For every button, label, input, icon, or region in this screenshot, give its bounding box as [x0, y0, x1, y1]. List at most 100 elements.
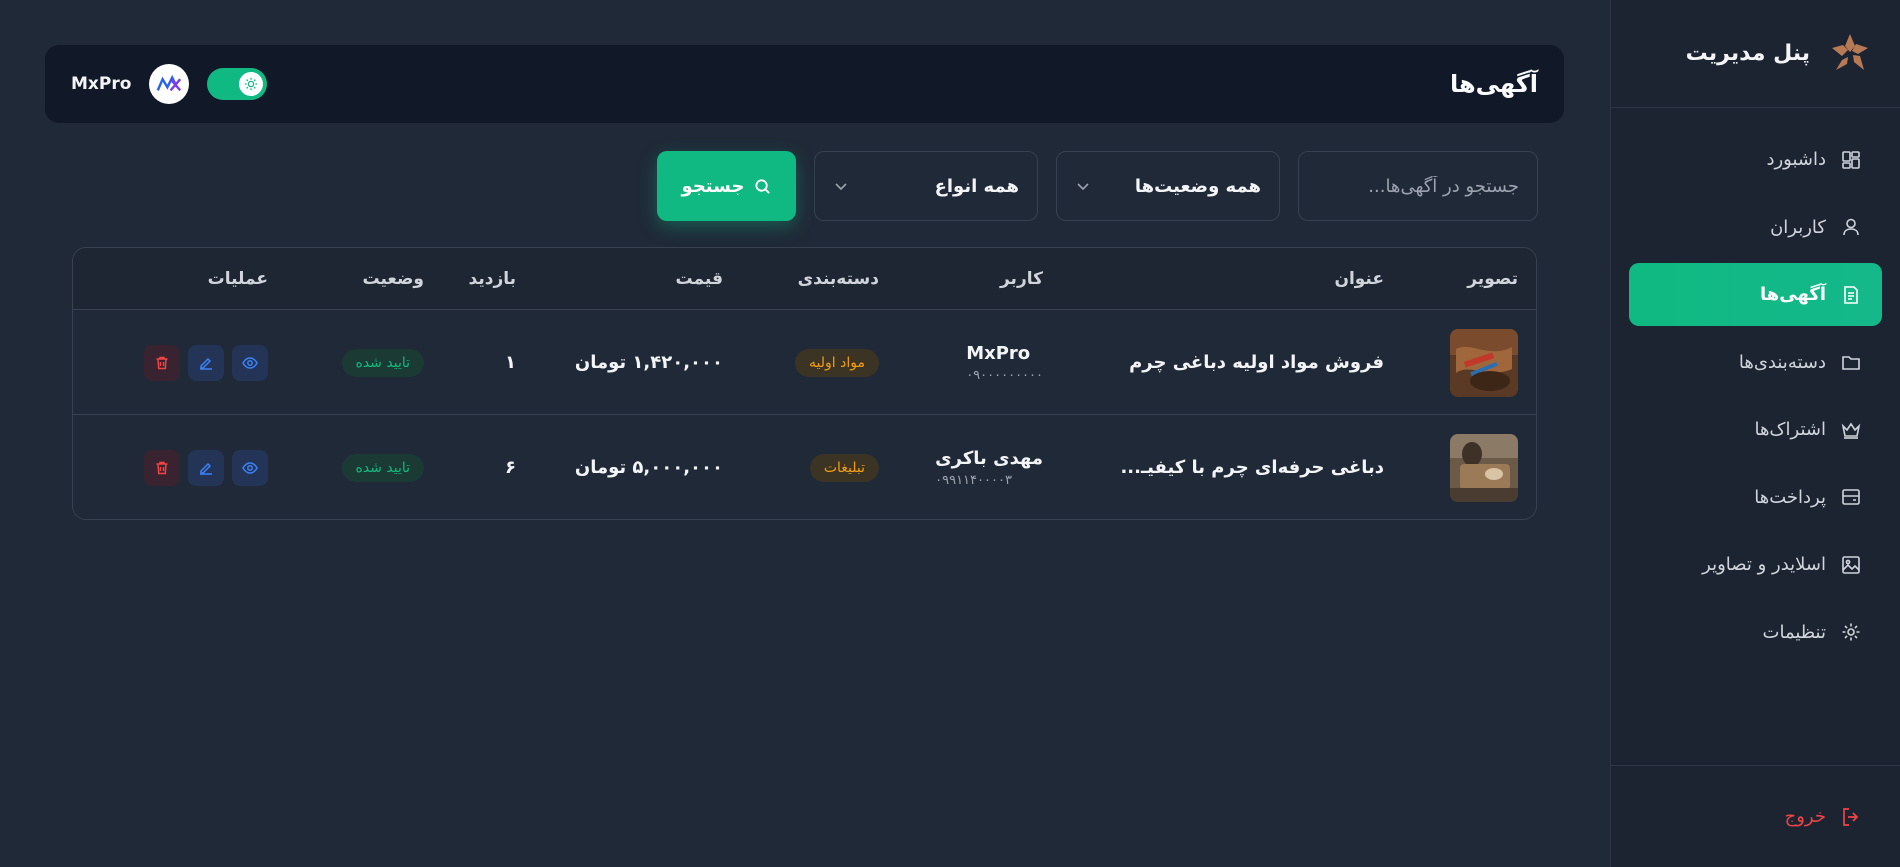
eye-icon [242, 356, 258, 369]
edit-button[interactable] [188, 449, 224, 486]
ad-title[interactable]: دباغی حرفه‌ای چرم با کیفیـ... [1120, 457, 1384, 478]
search-icon [755, 178, 771, 194]
top-bar: آگهی‌ها MxPro [45, 45, 1564, 123]
search-input[interactable] [1317, 175, 1519, 197]
sidebar-item-label: اشتراک‌ها [1754, 419, 1826, 440]
view-button[interactable] [232, 449, 268, 486]
theme-toggle[interactable] [207, 68, 268, 100]
pencil-icon [200, 462, 212, 475]
username: MxPro [71, 74, 132, 94]
sidebar-item-label: پرداخت‌ها [1754, 486, 1826, 508]
sidebar-item-label: اسلایدر و تصاویر [1702, 554, 1826, 575]
avatar-logo-icon [157, 74, 182, 92]
ad-status-cell: تایید شده [341, 415, 424, 519]
pencil-icon [200, 357, 212, 370]
ad-user-phone: ۰۹۰۰۰۰۰۰۰۰۰ [966, 367, 1043, 383]
ad-price: ۵,۰۰۰,۰۰۰ تومان [574, 457, 723, 478]
logout-button[interactable]: خروج [1785, 806, 1862, 828]
ad-user-name: MxPro [966, 342, 1031, 364]
sidebar-item-label: آگهی‌ها [1760, 284, 1826, 305]
category-badge: مواد اولیه [795, 348, 879, 377]
table-row[interactable]: دباغی حرفه‌ای چرم با کیفیـ... مهدی باکری… [73, 415, 1536, 519]
ad-visits: ۱ [505, 352, 516, 373]
sidebar: پنل مدیریت داشبورد کاربران آگهی‌ها دسته‌… [1610, 0, 1900, 867]
ad-category-cell: تبلیغات [809, 415, 879, 519]
column-header-actions: عملیات [207, 269, 268, 289]
type-select-value: همه انواع [934, 175, 1019, 197]
page-title: آگهی‌ها [1450, 70, 1538, 98]
ad-status-cell: تایید شده [341, 310, 424, 415]
column-header-image: تصویر [1467, 269, 1518, 289]
sidebar-item-dashboard[interactable]: داشبورد [1629, 128, 1882, 191]
ad-user-name: مهدی باکری [935, 447, 1043, 469]
logout-icon [1843, 807, 1859, 826]
ad-user-cell: MxPro ۰۹۰۰۰۰۰۰۰۰۰ [966, 310, 1043, 415]
column-header-category: دسته‌بندی [797, 269, 879, 289]
sidebar-item-payments[interactable]: پرداخت‌ها [1629, 466, 1882, 529]
sidebar-item-ads[interactable]: آگهی‌ها [1629, 263, 1882, 326]
crown-icon [1840, 419, 1862, 441]
ad-user-cell: مهدی باکری ۰۹۹۱۱۴۰۰۰۰۳ [935, 415, 1043, 519]
status-select[interactable]: همه وضعیت‌ها [1056, 151, 1280, 221]
ad-category-cell: مواد اولیه [795, 310, 879, 415]
ad-title-cell: فروش مواد اولیه دباغی چرم [1129, 310, 1384, 415]
column-header-price: قیمت [675, 269, 723, 289]
search-button-label: جستجو [681, 175, 745, 197]
sidebar-item-categories[interactable]: دسته‌بندی‌ها [1629, 331, 1882, 394]
ad-price-cell: ۱,۴۲۰,۰۰۰ تومان [575, 310, 723, 415]
avatar[interactable] [149, 64, 190, 104]
type-select[interactable]: همه انواع [814, 151, 1038, 221]
ad-actions-cell [144, 415, 268, 519]
ad-user-phone: ۰۹۹۱۱۴۰۰۰۰۳ [935, 472, 1012, 488]
logout-label: خروج [1784, 806, 1826, 827]
gear-icon [1840, 621, 1862, 643]
sidebar-item-label: دسته‌بندی‌ها [1738, 351, 1826, 373]
view-button[interactable] [232, 344, 268, 381]
eye-icon [242, 461, 258, 474]
user-icon [1840, 216, 1862, 238]
column-header-title: عنوان [1334, 269, 1384, 289]
sidebar-item-users[interactable]: کاربران [1629, 196, 1882, 259]
image-icon [1840, 554, 1862, 576]
ad-visits: ۶ [505, 457, 516, 478]
sidebar-item-settings[interactable]: تنظیمات [1629, 601, 1882, 664]
table-header: تصویر عنوان کاربر دسته‌بندی قیمت بازدید … [73, 248, 1536, 310]
chevron-down-icon [1077, 183, 1089, 191]
ad-price: ۱,۴۲۰,۰۰۰ تومان [574, 352, 723, 373]
sun-icon [239, 72, 264, 96]
delete-button[interactable] [144, 449, 180, 486]
column-header-user: کاربر [999, 269, 1043, 289]
wallet-icon [1840, 486, 1862, 508]
delete-button[interactable] [144, 344, 180, 381]
trash-icon [156, 356, 168, 369]
filters-bar: همه وضعیت‌ها همه انواع جستجو [657, 151, 1538, 221]
chevron-down-icon [835, 183, 847, 191]
search-button[interactable]: جستجو [657, 151, 796, 221]
ad-thumbnail[interactable] [1450, 433, 1518, 502]
ad-title-cell: دباغی حرفه‌ای چرم با کیفیـ... [1120, 415, 1384, 519]
sidebar-item-label: تنظیمات [1762, 621, 1826, 643]
ad-actions-cell [144, 310, 268, 415]
ad-thumbnail[interactable] [1450, 328, 1518, 397]
ad-price-cell: ۵,۰۰۰,۰۰۰ تومان [574, 415, 723, 519]
brand: پنل مدیریت [1611, 0, 1900, 108]
status-badge: تایید شده [341, 348, 424, 377]
document-icon [1840, 284, 1862, 306]
brand-logo-icon [1832, 33, 1868, 70]
sidebar-item-slider[interactable]: اسلایدر و تصاویر [1629, 533, 1882, 596]
sidebar-item-subscriptions[interactable]: اشتراک‌ها [1629, 398, 1882, 461]
sidebar-nav: داشبورد کاربران آگهی‌ها دسته‌بندی‌ها اشت… [1611, 108, 1900, 664]
edit-button[interactable] [188, 344, 224, 381]
dashboard-icon [1840, 149, 1862, 171]
table-row[interactable]: فروش مواد اولیه دباغی چرم MxPro ۰۹۰۰۰۰۰۰… [73, 310, 1536, 415]
status-badge: تایید شده [341, 453, 424, 482]
folder-icon [1840, 351, 1862, 373]
brand-title: پنل مدیریت [1685, 41, 1810, 66]
ads-table: تصویر عنوان کاربر دسته‌بندی قیمت بازدید … [72, 247, 1537, 520]
search-field [1298, 151, 1538, 221]
ad-title[interactable]: فروش مواد اولیه دباغی چرم [1129, 352, 1384, 373]
category-badge: تبلیغات [809, 453, 879, 482]
ad-visits-cell: ۱ [505, 310, 516, 415]
column-header-status: وضعیت [362, 269, 424, 289]
sidebar-item-label: کاربران [1770, 216, 1826, 238]
